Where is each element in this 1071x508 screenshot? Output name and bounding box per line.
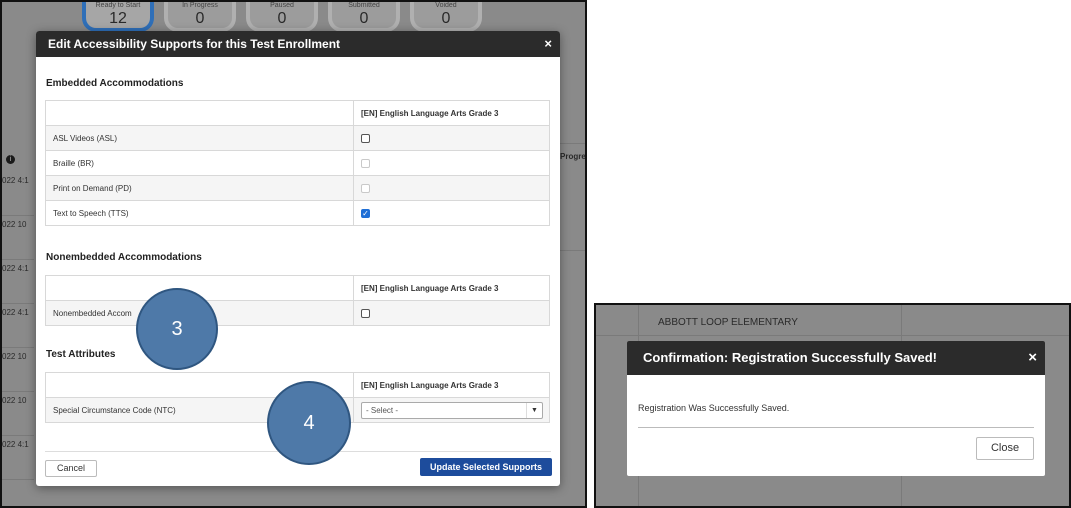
confirmation-screenshot: ABBOTT LOOP ELEMENTARY ABBOTT LOOP ELEME…	[594, 303, 1071, 508]
accommodation-label: Print on Demand (PD)	[45, 175, 354, 201]
modal-header: Edit Accessibility Supports for this Tes…	[36, 31, 560, 57]
status-counter-label: In Progress	[182, 2, 218, 9]
status-counter: In Progress 0	[164, 2, 236, 32]
background-date-cell: 022 10	[2, 348, 34, 392]
background-date-column: 022 4:1 022 10 022 4:1 022 4:1 022 10 02…	[2, 172, 34, 480]
background-date-cell: 022 4:1	[2, 260, 34, 304]
close-icon[interactable]: ×	[1028, 341, 1037, 375]
table-row: Nonembedded Accom	[45, 300, 550, 326]
background-school-name: ABBOTT LOOP ELEMENTARY	[658, 317, 798, 328]
background-divider	[560, 250, 585, 251]
status-counter-label: Ready to Start	[95, 2, 141, 9]
embedded-section-title: Embedded Accommodations	[46, 78, 184, 89]
background-date-cell: 022 10	[2, 216, 34, 260]
status-counter-label: Voided	[435, 2, 457, 9]
braille-checkbox	[361, 158, 370, 168]
print-on-demand-checkbox	[361, 183, 370, 193]
table-header-row: [EN] English Language Arts Grade 3	[45, 275, 550, 301]
step-callout-3: 3	[136, 288, 218, 370]
table-row: Braille (BR)	[45, 150, 550, 176]
status-counter-label: Paused	[270, 2, 294, 9]
cancel-button[interactable]: Cancel	[45, 460, 97, 477]
test-attributes-section-title: Test Attributes	[46, 349, 116, 360]
status-counter: Submitted 0	[328, 2, 400, 32]
dialog-header: Confirmation: Registration Successfully …	[627, 341, 1045, 375]
dialog-title: Confirmation: Registration Successfully …	[643, 350, 938, 365]
background-progress-header: Progress	[560, 152, 586, 161]
asl-checkbox[interactable]	[361, 133, 370, 143]
select-value: - Select -	[366, 405, 399, 415]
background-date-cell: 022 10	[2, 392, 34, 436]
background-status-counters: Ready to Start 12 In Progress 0 Paused 0…	[82, 2, 482, 32]
accommodation-label: ASL Videos (ASL)	[45, 125, 354, 151]
modal-title: Edit Accessibility Supports for this Tes…	[48, 37, 341, 51]
special-circumstance-select[interactable]: - Select - ▼	[361, 401, 543, 419]
step-callout-4: 4	[267, 381, 351, 465]
close-icon[interactable]: ×	[544, 31, 552, 57]
status-counter-label: Submitted	[348, 2, 380, 9]
status-counter-value: 0	[277, 10, 287, 27]
chevron-down-icon: ▼	[526, 402, 542, 418]
table-header-empty	[45, 100, 354, 126]
info-icon: i	[6, 155, 15, 164]
dialog-divider	[638, 427, 1034, 428]
nonembedded-accommodations-table: [EN] English Language Arts Grade 3 Nonem…	[45, 275, 550, 326]
table-row: Text to Speech (TTS) ✓	[45, 200, 550, 226]
embedded-accommodations-table: [EN] English Language Arts Grade 3 ASL V…	[45, 100, 550, 226]
edit-supports-screenshot: Ready to Start 12 In Progress 0 Paused 0…	[0, 0, 587, 508]
background-divider	[560, 143, 585, 144]
status-counter-value: 0	[359, 10, 369, 27]
update-supports-button[interactable]: Update Selected Supports	[420, 458, 552, 476]
table-column-header: [EN] English Language Arts Grade 3	[353, 275, 550, 301]
accommodation-label: Text to Speech (TTS)	[45, 200, 354, 226]
table-row: Print on Demand (PD)	[45, 175, 550, 201]
status-counter-value: 12	[109, 10, 127, 27]
table-row: ASL Videos (ASL)	[45, 125, 550, 151]
table-column-header: [EN] English Language Arts Grade 3	[353, 100, 550, 126]
status-counter: Voided 0	[410, 2, 482, 32]
table-column-header: [EN] English Language Arts Grade 3	[353, 372, 550, 398]
status-counter: Paused 0	[246, 2, 318, 32]
nonembedded-section-title: Nonembedded Accommodations	[46, 252, 202, 263]
table-header-row: [EN] English Language Arts Grade 3	[45, 100, 550, 126]
accommodation-label: Braille (BR)	[45, 150, 354, 176]
dialog-message: Registration Was Successfully Saved.	[638, 403, 790, 413]
close-button[interactable]: Close	[976, 437, 1034, 460]
status-counter: Ready to Start 12	[82, 2, 154, 32]
text-to-speech-checkbox[interactable]: ✓	[361, 208, 370, 218]
nonembedded-checkbox[interactable]	[361, 308, 370, 318]
confirmation-dialog: Confirmation: Registration Successfully …	[627, 341, 1045, 476]
background-date-cell: 022 4:1	[2, 304, 34, 348]
status-counter-value: 0	[441, 10, 451, 27]
background-date-cell: 022 4:1	[2, 172, 34, 216]
background-divider	[596, 335, 1069, 336]
status-counter-value: 0	[195, 10, 205, 27]
background-date-cell: 022 4:1	[2, 436, 34, 480]
